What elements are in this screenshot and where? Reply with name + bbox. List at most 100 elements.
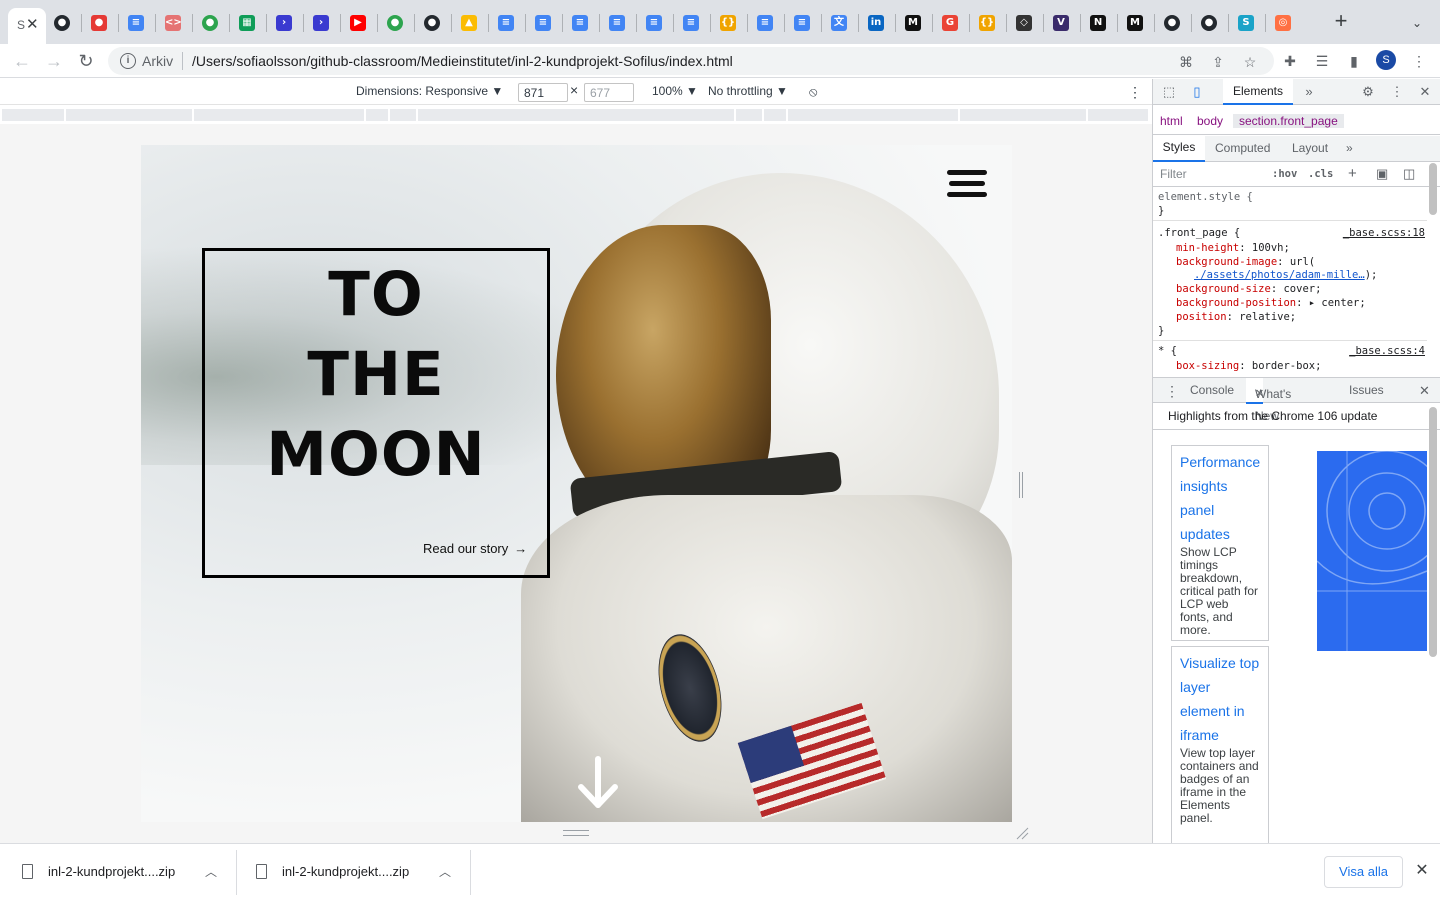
zoom-dropdown[interactable]: 100% ▼ <box>652 84 698 98</box>
pin-icon[interactable]: ● <box>91 15 107 31</box>
powershell-icon[interactable]: › <box>276 15 292 31</box>
more-tabs-icon[interactable]: » <box>1301 84 1317 100</box>
medium-icon[interactable]: M <box>1127 15 1143 31</box>
css-declaration[interactable]: position: relative; <box>1176 310 1296 324</box>
device-options-icon[interactable]: ⋮ <box>1128 84 1142 101</box>
docs-icon[interactable]: ≡ <box>572 15 588 31</box>
url-text[interactable]: /Users/sofiaolsson/github-classroom/Medi… <box>192 53 733 69</box>
styles-scrollbar[interactable] <box>1429 163 1437 215</box>
paint-icon[interactable]: ▣ <box>1376 166 1388 182</box>
corner-resize-handle[interactable] <box>1015 826 1029 840</box>
tab-computed[interactable]: Computed <box>1215 141 1270 155</box>
code-icon[interactable]: <> <box>165 15 182 31</box>
download-item[interactable]: inl-2-kundprojekt....zip ︿ <box>234 844 471 901</box>
more-subtabs-icon[interactable]: » <box>1346 141 1353 155</box>
bookmark-star-icon[interactable]: ☆ <box>1241 53 1259 71</box>
star-selector[interactable]: * { <box>1158 344 1177 358</box>
tab-console[interactable]: Console <box>1190 383 1234 397</box>
active-tab[interactable]: S ✕ <box>8 8 46 44</box>
media-query-segment[interactable] <box>390 109 418 121</box>
inspect-element-icon[interactable]: ⬚ <box>1161 84 1177 100</box>
css-declaration[interactable]: background-image: url( <box>1176 255 1315 269</box>
new-tab-button[interactable]: + <box>1330 10 1352 33</box>
source-link[interactable]: _base.scss:4 <box>1349 344 1425 358</box>
tab-elements[interactable]: Elements <box>1223 79 1293 105</box>
filter-input[interactable]: Filter <box>1160 167 1187 181</box>
media-query-segment[interactable] <box>736 109 764 121</box>
hov-toggle[interactable]: :hov <box>1272 168 1297 180</box>
eraser-icon[interactable]: ◇ <box>1016 15 1032 31</box>
reading-list-icon[interactable]: ☰ <box>1313 52 1331 70</box>
extensions-icon[interactable]: ✚ <box>1281 52 1299 70</box>
download-item[interactable]: inl-2-kundprojekt....zip ︿ <box>0 844 237 901</box>
notion-icon[interactable]: N <box>1090 15 1106 31</box>
github-green-icon[interactable]: ● <box>387 15 403 31</box>
hamburger-menu-icon[interactable] <box>947 170 987 198</box>
media-query-segment[interactable] <box>66 109 194 121</box>
show-all-downloads-button[interactable]: Visa alla <box>1324 856 1403 888</box>
docs-icon[interactable]: ≡ <box>683 15 699 31</box>
tab-styles[interactable]: Styles <box>1153 136 1205 162</box>
s-icon[interactable]: S <box>1238 15 1254 31</box>
docs-icon[interactable]: ≡ <box>128 15 144 31</box>
media-query-segment[interactable] <box>366 109 390 121</box>
rotate-icon[interactable]: ⦸ <box>809 84 817 100</box>
docs-icon[interactable]: ≡ <box>535 15 551 31</box>
forward-icon[interactable]: → <box>43 50 65 72</box>
breadcrumb-section[interactable]: section.front_page <box>1233 114 1344 128</box>
close-whats-new-icon[interactable]: ✕ <box>1255 383 1264 405</box>
sidebar-toggle-icon[interactable]: ◫ <box>1403 166 1415 182</box>
tab-layout[interactable]: Layout <box>1292 141 1328 155</box>
media-query-segment[interactable] <box>2 109 66 121</box>
youtube-icon[interactable]: ▶ <box>350 15 366 31</box>
close-devtools-icon[interactable]: ✕ <box>1417 84 1433 100</box>
github-icon[interactable]: ● <box>424 15 440 31</box>
breadcrumb-html[interactable]: html <box>1160 114 1183 128</box>
powershell-icon[interactable]: › <box>313 15 329 31</box>
side-panel-icon[interactable]: ▮ <box>1345 52 1363 70</box>
sheets-icon[interactable]: ▦ <box>239 15 255 31</box>
height-input[interactable]: 677 <box>584 83 634 102</box>
docs-icon[interactable]: ≡ <box>646 15 662 31</box>
whats-new-card[interactable]: Performance insights panel updates Show … <box>1171 445 1269 641</box>
chevron-up-icon[interactable]: ︿ <box>439 863 451 880</box>
tab-whats-new[interactable]: What's New ✕ <box>1246 378 1291 423</box>
css-declaration[interactable]: background-position: ▸ center; <box>1176 296 1366 310</box>
close-downloads-icon[interactable]: ✕ <box>1414 862 1430 880</box>
css-declaration[interactable]: background-size: cover; <box>1176 282 1321 296</box>
read-our-story-link[interactable]: Read our story → <box>423 541 527 556</box>
github-icon[interactable]: ● <box>1164 15 1180 31</box>
google-icon[interactable]: G <box>942 15 958 31</box>
tab-search-icon[interactable]: ⌄ <box>1408 14 1426 32</box>
whats-new-card[interactable]: Visualize top layer element in iframe Vi… <box>1171 646 1269 843</box>
medium-icon[interactable]: M <box>905 15 921 31</box>
css-declaration[interactable]: box-sizing: border-box; <box>1176 359 1321 373</box>
site-info-icon[interactable]: i <box>120 53 136 69</box>
json-icon[interactable]: {} <box>979 15 995 31</box>
front-page-selector[interactable]: .front_page { <box>1158 226 1240 240</box>
breadcrumb-body[interactable]: body <box>1197 114 1223 128</box>
profile-avatar[interactable]: S <box>1376 50 1396 70</box>
docs-icon[interactable]: ≡ <box>794 15 810 31</box>
chevron-up-icon[interactable]: ︿ <box>205 863 217 880</box>
cls-toggle[interactable]: .cls <box>1308 168 1333 180</box>
media-query-segment[interactable] <box>194 109 366 121</box>
github-green-icon[interactable]: ● <box>202 15 218 31</box>
github-icon[interactable]: ● <box>1201 15 1217 31</box>
translate-icon[interactable]: ⌘ <box>1177 53 1195 71</box>
docs-icon[interactable]: ≡ <box>757 15 773 31</box>
throttling-dropdown[interactable]: No throttling ▼ <box>708 84 788 98</box>
linkedin-icon[interactable]: in <box>868 15 884 31</box>
bottom-resize-handle[interactable] <box>563 830 589 836</box>
orange-icon[interactable]: ◎ <box>1275 15 1291 31</box>
background-image-link[interactable]: ./assets/photos/adam-mille… <box>1194 269 1365 281</box>
right-resize-handle[interactable] <box>1019 472 1023 498</box>
drive-icon[interactable]: ▲ <box>461 15 477 31</box>
media-query-segment[interactable] <box>418 109 736 121</box>
card-title[interactable]: Visualize top layer element in iframe <box>1180 651 1260 747</box>
devtools-menu-icon[interactable]: ⋮ <box>1389 84 1405 100</box>
dimensions-dropdown[interactable]: Dimensions: Responsive ▼ <box>356 84 503 98</box>
github-icon[interactable]: ● <box>54 15 70 31</box>
address-bar[interactable]: i Arkiv /Users/sofiaolsson/github-classr… <box>108 47 1274 75</box>
settings-gear-icon[interactable]: ⚙ <box>1360 84 1376 100</box>
